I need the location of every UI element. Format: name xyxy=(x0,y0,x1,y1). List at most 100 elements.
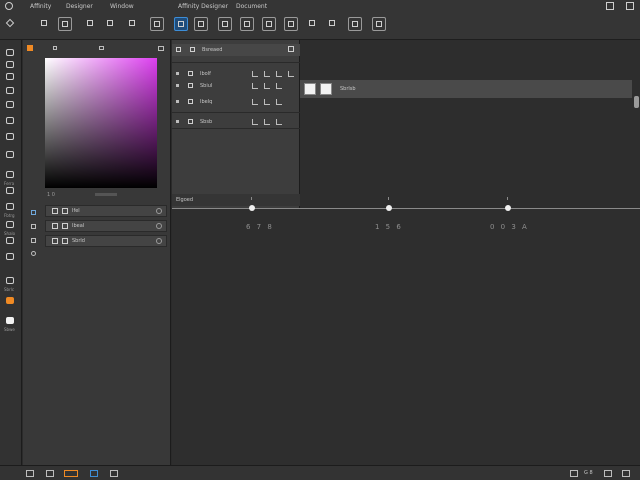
tool-button[interactable] xyxy=(4,86,16,96)
tool-button[interactable] xyxy=(4,100,16,110)
keyframe[interactable] xyxy=(249,205,255,211)
menu-item-window[interactable]: Window xyxy=(110,3,134,10)
menu-item-document[interactable]: Document xyxy=(236,3,267,10)
status-icon[interactable] xyxy=(46,470,54,477)
layer-row[interactable]: Ifel xyxy=(45,205,167,217)
status-folder-icon[interactable] xyxy=(64,470,78,477)
layer-visibility-icon[interactable] xyxy=(52,223,58,229)
window-control-icon-2[interactable] xyxy=(626,2,634,10)
status-icon[interactable] xyxy=(110,470,118,477)
effect-control[interactable] xyxy=(252,119,258,125)
diamond-tool-button[interactable] xyxy=(4,17,18,31)
menu-item-designer[interactable]: Designer xyxy=(66,3,93,10)
effects-tab-icon-2[interactable] xyxy=(190,47,195,52)
timeline[interactable]: 6 7 8 1 5 6 0 0 3 A xyxy=(172,197,640,465)
distribute-button[interactable] xyxy=(240,17,254,31)
layer-lock-icon[interactable] xyxy=(156,208,162,214)
hue-slider[interactable] xyxy=(95,193,117,196)
delete-layer-icon[interactable] xyxy=(31,251,36,256)
grid-button[interactable] xyxy=(194,17,208,31)
swatch[interactable] xyxy=(320,83,332,95)
arrange-button[interactable] xyxy=(262,17,276,31)
rotate-button[interactable] xyxy=(326,17,340,31)
panel-menu-icon[interactable] xyxy=(158,46,164,51)
link-button[interactable] xyxy=(348,17,362,31)
layer-visibility-icon[interactable] xyxy=(52,208,58,214)
effect-control[interactable] xyxy=(264,83,270,89)
panel-tab-icon[interactable] xyxy=(27,45,33,51)
boolean-button[interactable] xyxy=(284,17,298,31)
menu-item-affinity[interactable]: Affinity xyxy=(30,3,51,10)
mask-layer-icon[interactable] xyxy=(31,238,36,243)
flip-button[interactable] xyxy=(306,17,320,31)
align-button[interactable] xyxy=(218,17,232,31)
effect-control[interactable] xyxy=(252,83,258,89)
move-tool-button[interactable] xyxy=(38,17,52,31)
effect-control[interactable] xyxy=(276,99,282,105)
effect-row[interactable]: Sbiul xyxy=(172,80,300,92)
artboard-button[interactable] xyxy=(58,17,72,31)
effect-control[interactable] xyxy=(252,71,258,77)
status-icon[interactable] xyxy=(622,470,630,477)
tool-button[interactable] xyxy=(4,186,16,196)
effect-toggle-icon[interactable] xyxy=(176,72,179,75)
layer-row[interactable]: Ibeal xyxy=(45,220,167,232)
tool-button[interactable]: Ferra xyxy=(4,170,16,186)
effects-close-icon[interactable] xyxy=(288,46,294,52)
effect-toggle-icon[interactable] xyxy=(176,84,179,87)
effect-toggle-icon[interactable] xyxy=(176,100,179,103)
menu-item-affinity-designer[interactable]: Affinity Designer xyxy=(178,3,228,10)
effect-control[interactable] xyxy=(276,71,282,77)
status-icon[interactable] xyxy=(26,470,34,477)
color-tab-icon[interactable] xyxy=(53,46,57,50)
tool-button[interactable] xyxy=(4,72,16,82)
effect-control[interactable] xyxy=(276,83,282,89)
canvas-area[interactable]: Sbrlsb xyxy=(300,40,640,208)
vertical-scrollbar[interactable] xyxy=(634,96,639,108)
swatch-tab-icon[interactable] xyxy=(99,46,104,50)
window-control-icon[interactable] xyxy=(606,2,614,10)
tool-button[interactable] xyxy=(4,296,16,306)
effect-row[interactable]: Sbsb xyxy=(172,116,300,128)
tool-button[interactable] xyxy=(4,150,16,160)
tool-button[interactable] xyxy=(4,116,16,126)
group-layer-icon[interactable] xyxy=(31,224,36,229)
status-icon[interactable] xyxy=(604,470,612,477)
keyframe[interactable] xyxy=(505,205,511,211)
tool-button[interactable]: Sbrlc xyxy=(4,276,16,292)
tool-button[interactable] xyxy=(4,48,16,58)
effect-control[interactable] xyxy=(252,99,258,105)
tool-button[interactable] xyxy=(4,60,16,70)
snapping-button[interactable] xyxy=(174,17,188,31)
effect-row[interactable]: Ibolf xyxy=(172,68,300,80)
effect-control[interactable] xyxy=(264,71,270,77)
effects-tab-icon[interactable] xyxy=(176,47,181,52)
swatch[interactable] xyxy=(304,83,316,95)
tool-button[interactable] xyxy=(4,236,16,246)
layer-lock-icon[interactable] xyxy=(156,238,162,244)
color-gradient-picker[interactable] xyxy=(45,58,157,188)
node-button[interactable] xyxy=(126,17,140,31)
tool-button[interactable]: Sbwe xyxy=(4,316,16,332)
tool-button[interactable]: Shalo xyxy=(4,220,16,236)
tool-button[interactable] xyxy=(4,252,16,262)
export-button[interactable] xyxy=(372,17,386,31)
layer-lock-icon[interactable] xyxy=(156,223,162,229)
add-layer-icon[interactable] xyxy=(31,210,36,215)
effect-control[interactable] xyxy=(264,119,270,125)
effect-toggle-icon[interactable] xyxy=(176,120,179,123)
keyframe[interactable] xyxy=(386,205,392,211)
effect-control[interactable] xyxy=(276,119,282,125)
status-icon[interactable] xyxy=(570,470,578,477)
effect-control[interactable] xyxy=(264,99,270,105)
effect-control[interactable] xyxy=(288,71,294,77)
tool-button[interactable]: Fbtrg xyxy=(4,202,16,218)
transform-button[interactable] xyxy=(150,17,164,31)
layer-row[interactable]: Sbrld xyxy=(45,235,167,247)
status-info-icon[interactable] xyxy=(90,470,98,477)
brush-button[interactable] xyxy=(104,17,118,31)
effect-row[interactable]: Ibelq xyxy=(172,96,300,108)
pen-button[interactable] xyxy=(84,17,98,31)
tool-button[interactable] xyxy=(4,132,16,142)
layer-visibility-icon[interactable] xyxy=(52,238,58,244)
